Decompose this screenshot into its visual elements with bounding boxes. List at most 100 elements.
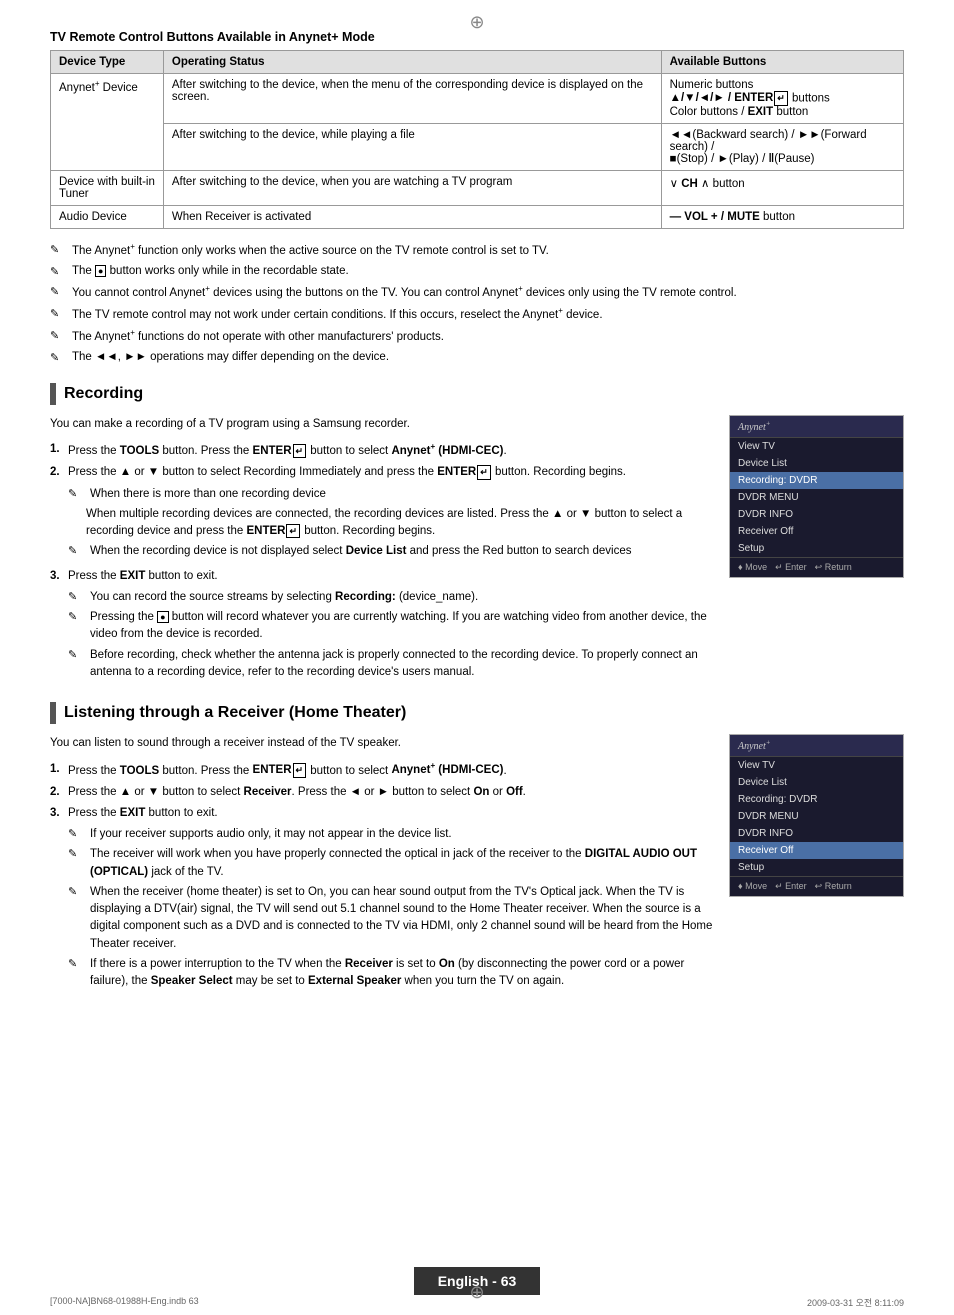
list-item: ✎ The Anynet+ functions do not operate w… <box>50 327 904 346</box>
list-item: ✎ The ◄◄, ►► operations may differ depen… <box>50 349 904 367</box>
cell-status-3: After switching to the device, when you … <box>163 170 661 205</box>
menu-item-dvdr-menu: DVDR MENU <box>730 489 903 506</box>
step2-notes: ✎ When there is more than one recording … <box>68 486 713 561</box>
recording-steps: 1. Press the TOOLS button. Press the ENT… <box>50 441 713 684</box>
note-icon: ✎ <box>68 609 86 626</box>
note-icon: ✎ <box>68 543 86 560</box>
table-section: TV Remote Control Buttons Available in A… <box>50 30 904 229</box>
cell-status-2: After switching to the device, while pla… <box>163 123 661 170</box>
list-item: ✎ When there is more than one recording … <box>68 486 713 503</box>
cell-audio-device: Audio Device <box>51 205 164 228</box>
left-meta: [7000-NA]BN68-01988H-Eng.indb 63 <box>50 1296 199 1309</box>
note-icon: ✎ <box>68 846 86 863</box>
list-item: ✎ The TV remote control may not work und… <box>50 305 904 324</box>
note-icon: ✎ <box>50 306 68 323</box>
list-item: ✎ The receiver will work when you have p… <box>68 846 713 881</box>
table-notes: ✎ The Anynet+ function only works when t… <box>50 241 904 367</box>
menu-item-view-tv: View TV <box>730 438 903 455</box>
menu-brand: Anynet+ <box>730 416 903 438</box>
listening-menu-side: Anynet+ View TV Device List Recording: D… <box>729 734 904 1001</box>
table-row: Audio Device When Receiver is activated … <box>51 205 904 228</box>
table-row: Anynet+ Device After switching to the de… <box>51 74 904 124</box>
note-icon: ✎ <box>68 884 86 901</box>
menu-footer: ♦ Move ↵ Enter ↩ Return <box>730 557 903 577</box>
step3-notes: ✎ You can record the source streams by s… <box>68 589 713 681</box>
bottom-meta: [7000-NA]BN68-01988H-Eng.indb 63 2009-03… <box>50 1296 904 1309</box>
recording-heading: Recording <box>50 383 904 405</box>
cell-buttons-1: Numeric buttons▲/▼/◄/► / ENTER↵ buttonsC… <box>661 74 903 124</box>
note-icon: ✎ <box>68 956 86 973</box>
top-cross-mark: ⊕ <box>469 12 484 33</box>
menu-item-receiver-off: Receiver Off <box>730 842 903 859</box>
menu-item-dvdr-info: DVDR INFO <box>730 506 903 523</box>
menu-item-recording-dvdr: Recording: DVDR <box>730 791 903 808</box>
table-row: After switching to the device, while pla… <box>51 123 904 170</box>
list-item: ✎ If there is a power interruption to th… <box>68 956 713 991</box>
list-item: 3. Press the EXIT button to exit. ✎ You … <box>50 568 713 685</box>
menu-item-setup: Setup <box>730 859 903 876</box>
cell-buttons-2: ◄◄(Backward search) / ►►(Forward search)… <box>661 123 903 170</box>
recording-menu-box: Anynet+ View TV Device List Recording: D… <box>729 415 904 578</box>
list-item: 3. Press the EXIT button to exit. ✎ If y… <box>50 805 713 994</box>
menu-item-recording-dvdr: Recording: DVDR <box>730 472 903 489</box>
cell-buttons-4: — VOL + / MUTE button <box>661 205 903 228</box>
note-icon: ✎ <box>50 284 68 301</box>
listening-steps: 1. Press the TOOLS button. Press the ENT… <box>50 761 713 994</box>
list-item: When multiple recording devices are conn… <box>68 506 713 541</box>
menu-item-receiver-off: Receiver Off <box>730 523 903 540</box>
listening-step3-notes: ✎ If your receiver supports audio only, … <box>68 826 713 990</box>
menu-item-device-list: Device List <box>730 774 903 791</box>
recording-content: You can make a recording of a TV program… <box>50 415 904 692</box>
menu-brand: Anynet+ <box>730 735 903 757</box>
listening-section: Listening through a Receiver (Home Theat… <box>50 702 904 1001</box>
recording-heading-text: Recording <box>64 385 143 403</box>
remote-control-table: Device Type Operating Status Available B… <box>50 50 904 229</box>
note-icon: ✎ <box>68 589 86 606</box>
list-item: ✎ If your receiver supports audio only, … <box>68 826 713 843</box>
list-item: 1. Press the TOOLS button. Press the ENT… <box>50 441 713 460</box>
menu-item-dvdr-menu: DVDR MENU <box>730 808 903 825</box>
menu-item-device-list: Device List <box>730 455 903 472</box>
table-row: Device with built-inTuner After switchin… <box>51 170 904 205</box>
note-icon: ✎ <box>50 264 68 281</box>
cell-anynet-device: Anynet+ Device <box>51 74 164 171</box>
cell-buttons-3: ∨ CH ∧ button <box>661 170 903 205</box>
list-item: 2. Press the ▲ or ▼ button to select Rec… <box>50 784 713 801</box>
list-item: ✎ Before recording, check whether the an… <box>68 647 713 682</box>
list-item: 2. Press the ▲ or ▼ button to select Rec… <box>50 464 713 563</box>
list-item: ✎ The ● button works only while in the r… <box>50 263 904 281</box>
section-bar <box>50 383 56 405</box>
recording-intro: You can make a recording of a TV program… <box>50 415 713 433</box>
page: ⊕ TV Remote Control Buttons Available in… <box>0 0 954 1315</box>
list-item: ✎ You can record the source streams by s… <box>68 589 713 606</box>
menu-item-dvdr-info: DVDR INFO <box>730 825 903 842</box>
menu-item-view-tv: View TV <box>730 757 903 774</box>
recording-section: Recording You can make a recording of a … <box>50 383 904 692</box>
listening-content: You can listen to sound through a receiv… <box>50 734 904 1001</box>
list-item: ✎ The Anynet+ function only works when t… <box>50 241 904 260</box>
note-icon: ✎ <box>68 826 86 843</box>
recording-main: You can make a recording of a TV program… <box>50 415 713 692</box>
col-device-type: Device Type <box>51 51 164 74</box>
section-bar <box>50 702 56 724</box>
list-item: ✎ You cannot control Anynet+ devices usi… <box>50 283 904 302</box>
list-item: 1. Press the TOOLS button. Press the ENT… <box>50 761 713 780</box>
menu-footer: ♦ Move ↵ Enter ↩ Return <box>730 876 903 896</box>
note-icon: ✎ <box>50 350 68 367</box>
list-item: ✎ When the recording device is not displ… <box>68 543 713 560</box>
cell-status-4: When Receiver is activated <box>163 205 661 228</box>
listening-heading-text: Listening through a Receiver (Home Theat… <box>64 704 406 722</box>
col-available-buttons: Available Buttons <box>661 51 903 74</box>
menu-item-setup: Setup <box>730 540 903 557</box>
cell-tuner-device: Device with built-inTuner <box>51 170 164 205</box>
listening-main: You can listen to sound through a receiv… <box>50 734 713 1001</box>
cell-status-1: After switching to the device, when the … <box>163 74 661 124</box>
list-item: ✎ Pressing the ● button will record what… <box>68 609 713 644</box>
list-item: ✎ When the receiver (home theater) is se… <box>68 884 713 953</box>
listening-heading: Listening through a Receiver (Home Theat… <box>50 702 904 724</box>
note-icon: ✎ <box>68 647 86 664</box>
right-meta: 2009-03-31 오전 8:11:09 <box>807 1296 904 1309</box>
note-icon: ✎ <box>50 242 68 259</box>
recording-menu-side: Anynet+ View TV Device List Recording: D… <box>729 415 904 692</box>
col-operating-status: Operating Status <box>163 51 661 74</box>
